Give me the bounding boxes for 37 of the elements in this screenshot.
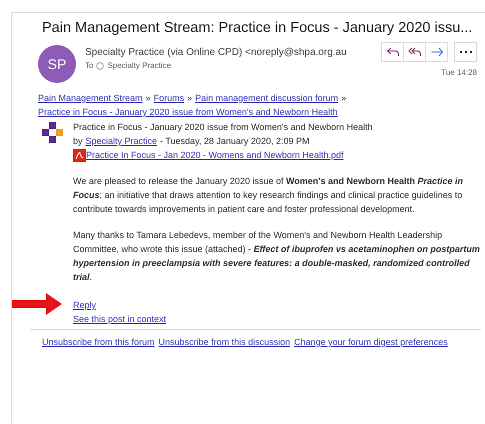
post-paragraph: Many thanks to Tamara Lebedevs, member of the Women's and Newborn Health Leadership Committee, who wrote this issue (attached) - Effect of ibuprofen vs acetaminophen on postpartum hypertension in preeclampsia with severe features: a double-masked, randomized controlled trial. [73, 229, 481, 284]
more-icon [458, 50, 472, 54]
sender-avatar: SP [38, 45, 76, 83]
breadcrumb-link[interactable]: Forums [154, 91, 184, 105]
reply-icon [386, 46, 400, 58]
breadcrumb-link[interactable]: Pain management discussion forum [195, 91, 338, 105]
presence-icon [96, 62, 104, 70]
forum-logo-icon [42, 122, 64, 144]
reply-button[interactable] [381, 42, 404, 62]
forward-button[interactable] [425, 42, 448, 62]
to-label: To [85, 61, 94, 70]
breadcrumb-link[interactable]: Practice in Focus - January 2020 issue from Women's and Newborn Health [38, 105, 338, 119]
breadcrumb-separator: » [187, 92, 192, 105]
author-link[interactable]: Specialty Practice [86, 134, 158, 148]
pdf-icon [73, 148, 86, 162]
context-link[interactable]: See this post in context [73, 312, 166, 326]
received-time: Tue 14:28 [441, 68, 477, 77]
more-button[interactable] [454, 42, 477, 62]
breadcrumb-separator: » [341, 92, 346, 105]
forward-icon [430, 46, 444, 58]
footer-link[interactable]: Change your forum digest preferences [294, 337, 448, 347]
reply-link[interactable]: Reply [73, 298, 96, 312]
pointer-arrow [12, 293, 62, 315]
footer-link[interactable]: Unsubscribe from this discussion [158, 337, 290, 347]
by-label: by [73, 135, 83, 148]
post-date: - Tuesday, 28 January 2020, 2:09 PM [160, 135, 310, 148]
breadcrumb-link[interactable]: Pain Management Stream [38, 91, 143, 105]
footer-link[interactable]: Unsubscribe from this forum [42, 337, 155, 347]
email-subject: Pain Management Stream: Practice in Focus - January 2020 issu... [41, 19, 474, 36]
sender-name: Specialty Practice (via Online CPD) <noreply@shpa.org.au [85, 47, 347, 58]
reply-all-button[interactable] [403, 42, 426, 62]
post-paragraph: We are pleased to release the January 2020 issue of Women's and Newborn Health Practice in Focus; an initiative that draws attention to key research findings and clinical practice guidelines to contribute towards improvements in patient care and foster professional development. [73, 175, 464, 216]
reply-all-icon [408, 46, 422, 58]
recipient-name[interactable]: Specialty Practice [107, 61, 172, 70]
post-title: Practice in Focus - January 2020 issue from Women's and Newborn Health [73, 121, 374, 134]
attachment-link[interactable]: Practice In Focus - Jan 2020 - Womens and Newborn Health.pdf [86, 148, 344, 162]
breadcrumb-separator: » [146, 92, 151, 105]
